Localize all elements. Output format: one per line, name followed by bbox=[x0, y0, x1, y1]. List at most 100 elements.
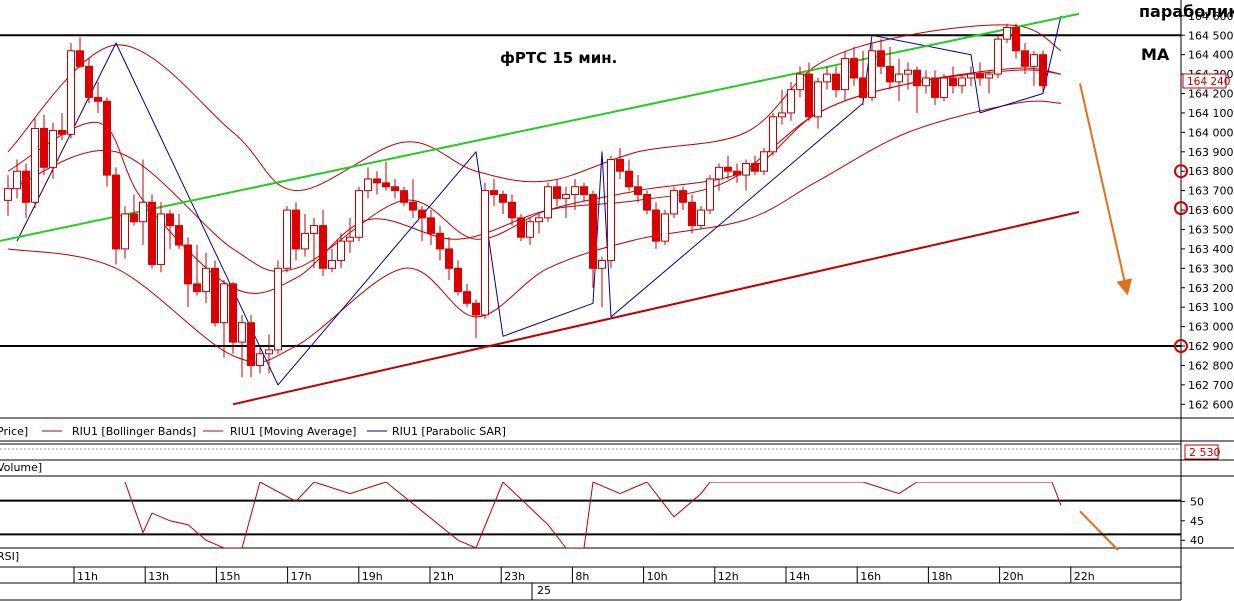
candle bbox=[679, 186, 687, 211]
candle-body bbox=[751, 162, 759, 172]
candle-body bbox=[148, 201, 156, 265]
candle-body bbox=[292, 209, 300, 250]
candle bbox=[562, 186, 570, 218]
candle bbox=[535, 213, 543, 234]
candle bbox=[364, 167, 372, 199]
candle-body bbox=[940, 77, 948, 98]
candle-body bbox=[823, 73, 831, 83]
price-axis: 164 600164 500164 400164 300164 200164 1… bbox=[1181, 10, 1234, 411]
candle bbox=[742, 159, 750, 191]
candle bbox=[4, 175, 12, 216]
time-label: 23h bbox=[504, 570, 525, 583]
candle-body bbox=[769, 116, 777, 153]
candle-body bbox=[256, 353, 264, 366]
candle bbox=[544, 182, 552, 222]
candle bbox=[382, 161, 390, 191]
candle-body bbox=[580, 186, 588, 196]
candle-body bbox=[796, 73, 804, 91]
forecast-arrow-rsi bbox=[1079, 510, 1119, 551]
candle bbox=[778, 89, 786, 125]
candle-body bbox=[805, 73, 813, 118]
candle bbox=[940, 74, 948, 102]
candle bbox=[229, 281, 237, 354]
candle-body bbox=[310, 225, 318, 234]
candle bbox=[571, 178, 579, 211]
candle-body bbox=[103, 100, 111, 176]
candle-body bbox=[445, 248, 453, 269]
candle-body bbox=[985, 73, 993, 79]
candle bbox=[697, 206, 705, 230]
candle-body bbox=[454, 267, 462, 293]
time-label: 20h bbox=[1003, 570, 1024, 583]
price-chart[interactable]: 164 600164 500164 400164 300164 200164 1… bbox=[0, 0, 1234, 601]
candle-body bbox=[976, 73, 984, 79]
candle-body bbox=[742, 162, 750, 176]
candles[interactable] bbox=[4, 23, 1047, 378]
candle-body bbox=[409, 201, 417, 211]
candle bbox=[787, 81, 795, 121]
candle bbox=[508, 194, 516, 226]
candle-body bbox=[364, 178, 372, 192]
candle bbox=[715, 163, 723, 191]
candle-body bbox=[319, 225, 327, 269]
candle-body bbox=[562, 194, 570, 199]
time-label: 10h bbox=[647, 570, 668, 583]
candle-body bbox=[1003, 26, 1011, 40]
candle bbox=[292, 202, 300, 261]
forecast-arrow-price bbox=[1079, 83, 1133, 296]
candle bbox=[895, 58, 903, 102]
candle-body bbox=[238, 322, 246, 343]
price-tick-label: 163 500 bbox=[1188, 223, 1234, 236]
candle-body bbox=[1012, 26, 1020, 52]
candle-body bbox=[598, 260, 606, 269]
candle bbox=[733, 163, 741, 183]
candle-body bbox=[877, 50, 885, 67]
candle bbox=[841, 50, 849, 102]
candle-body bbox=[427, 217, 435, 234]
candle-body bbox=[202, 267, 210, 293]
candle-body bbox=[526, 221, 534, 238]
price-tick-label: 163 800 bbox=[1188, 165, 1234, 178]
candle-body bbox=[967, 73, 975, 79]
bollinger-bands bbox=[7, 24, 1062, 363]
candle bbox=[427, 210, 435, 246]
rsi-tick-label: 45 bbox=[1190, 515, 1204, 528]
candle-body bbox=[247, 322, 255, 366]
chart-frame bbox=[0, 0, 1234, 601]
candle-body bbox=[130, 213, 138, 223]
price-tick-label: 163 300 bbox=[1188, 262, 1234, 275]
rsi-tick-label: 50 bbox=[1190, 495, 1204, 508]
candle-body bbox=[499, 194, 507, 203]
candle bbox=[454, 260, 462, 296]
candle bbox=[1039, 50, 1047, 94]
candle bbox=[418, 206, 426, 242]
candle bbox=[94, 81, 102, 113]
forecast-arrows bbox=[1079, 83, 1133, 551]
price-tick-label: 164 500 bbox=[1188, 29, 1234, 42]
candle bbox=[688, 194, 696, 234]
candle bbox=[139, 159, 147, 246]
rsi-line bbox=[124, 482, 1062, 548]
time-label: 16h bbox=[860, 570, 881, 583]
candle bbox=[481, 182, 489, 319]
candle-body bbox=[94, 96, 102, 102]
date-label: 25 bbox=[537, 584, 551, 597]
rsi-tick-label: 40 bbox=[1190, 534, 1204, 547]
candle-body bbox=[337, 240, 345, 262]
candle bbox=[301, 213, 309, 257]
candle bbox=[211, 260, 219, 327]
chart-window: 164 600164 500164 400164 300164 200164 1… bbox=[0, 0, 1234, 601]
candle bbox=[661, 210, 669, 246]
candle-body bbox=[346, 236, 354, 242]
candle-body bbox=[760, 151, 768, 172]
price-tick-label: 163 200 bbox=[1188, 282, 1234, 295]
rsi-label: RSI] bbox=[0, 550, 19, 563]
candle bbox=[436, 225, 444, 261]
candle-body bbox=[958, 77, 966, 87]
candle-body bbox=[778, 112, 786, 118]
candle bbox=[130, 194, 138, 226]
candle bbox=[553, 178, 561, 207]
candle bbox=[112, 167, 120, 265]
candle-body bbox=[184, 244, 192, 285]
candle bbox=[976, 62, 984, 86]
